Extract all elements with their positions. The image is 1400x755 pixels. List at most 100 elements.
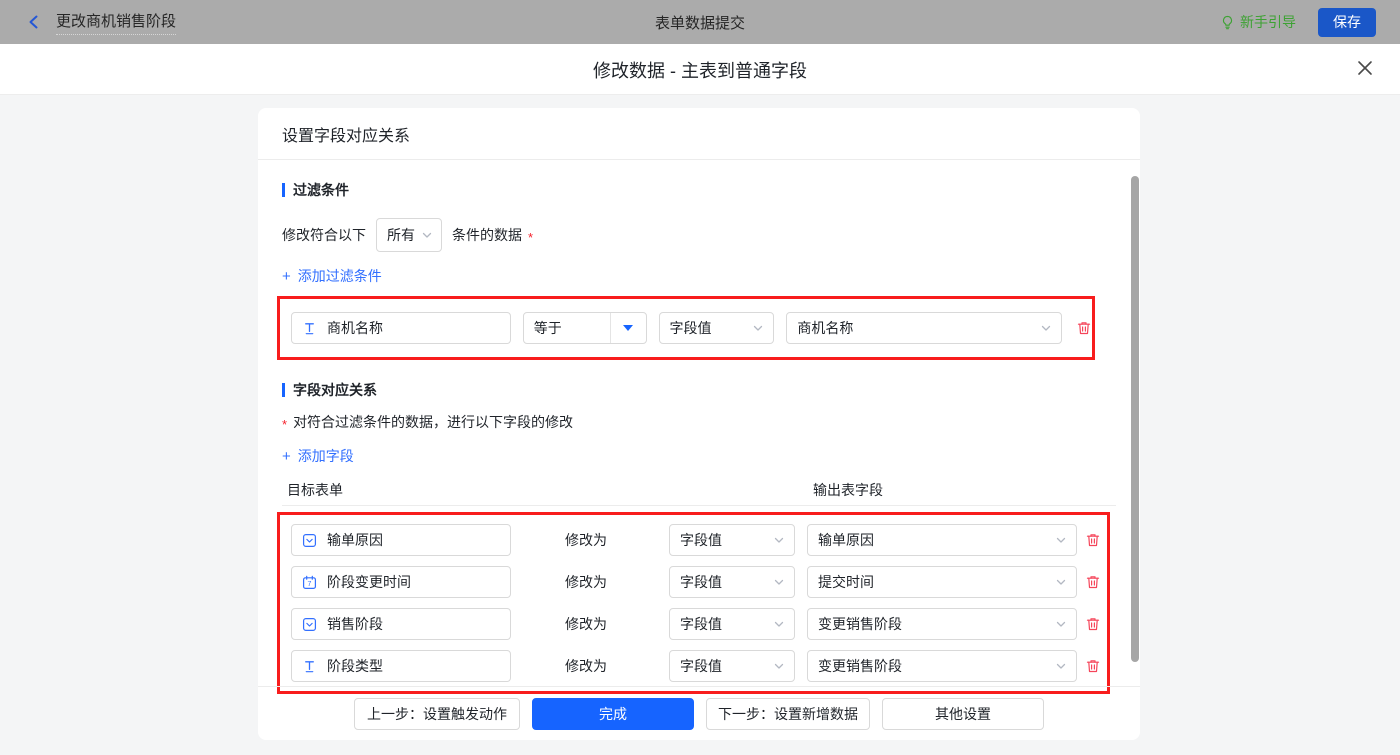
required-asterisk: * — [528, 230, 533, 245]
topbar-center-title: 表单数据提交 — [655, 0, 745, 44]
chevron-down-icon — [1055, 534, 1067, 546]
close-icon[interactable] — [1356, 59, 1374, 77]
mapping-desc-label: 对符合过滤条件的数据，进行以下字段的修改 — [293, 412, 573, 432]
modify-label: 修改为 — [565, 656, 607, 676]
filter-section-title: 过滤条件 — [282, 180, 1116, 200]
modify-label: 修改为 — [565, 530, 607, 550]
add-field-label: 添加字段 — [298, 446, 354, 466]
match-type-select[interactable]: 所有 — [376, 218, 442, 252]
prev-step-button[interactable]: 上一步：设置触发动作 — [354, 698, 520, 730]
chevron-down-icon — [1055, 576, 1067, 588]
lightbulb-icon — [1220, 15, 1235, 30]
filter-field-input[interactable]: 商机名称 — [291, 312, 511, 344]
value-type-value: 字段值 — [680, 572, 722, 592]
beginner-guide-label: 新手引导 — [1240, 12, 1296, 32]
value-type-select[interactable]: 字段值 — [659, 312, 775, 344]
target-field-value: 阶段类型 — [327, 656, 383, 676]
target-field-input[interactable]: 销售阶段 — [291, 608, 511, 640]
output-field-value: 变更销售阶段 — [818, 656, 902, 676]
mapping-row: 阶段类型 修改为 字段值 变更销售阶段 — [291, 650, 1107, 682]
filter-value: 商机名称 — [797, 318, 853, 338]
text-field-icon — [302, 659, 317, 674]
mapping-section-title: 字段对应关系 — [282, 380, 1116, 400]
section-bar-icon — [282, 383, 285, 397]
card-header-title: 设置字段对应关系 — [258, 108, 1140, 160]
modal-header: 修改数据 - 主表到普通字段 — [0, 44, 1400, 95]
value-type-value: 字段值 — [680, 614, 722, 634]
filter-field-value: 商机名称 — [327, 318, 383, 338]
value-type-select[interactable]: 字段值 — [669, 650, 795, 682]
operator-caret-button[interactable] — [610, 313, 646, 343]
save-button[interactable]: 保存 — [1318, 8, 1376, 37]
text-field-icon — [302, 321, 317, 336]
value-type-select[interactable]: 字段值 — [669, 608, 795, 640]
chevron-down-icon — [752, 322, 764, 334]
modal-title: 修改数据 - 主表到普通字段 — [593, 44, 807, 95]
mapping-row: 输单原因 修改为 字段值 输单原因 — [291, 524, 1107, 556]
add-filter-condition-label: 添加过滤条件 — [298, 266, 382, 286]
workflow-name[interactable]: 更改商机销售阶段 — [56, 10, 176, 35]
value-type-value: 字段值 — [680, 530, 722, 550]
filter-section-label: 过滤条件 — [293, 180, 349, 200]
delete-icon[interactable] — [1085, 574, 1101, 590]
mapping-highlight-box: 输单原因 修改为 字段值 输单原因 — [277, 512, 1110, 694]
mapping-section-label: 字段对应关系 — [293, 380, 377, 400]
settings-card: 设置字段对应关系 过滤条件 修改符合以下 所有 条件的数据 * + 添加过滤条件 — [258, 108, 1140, 740]
delete-icon[interactable] — [1085, 532, 1101, 548]
target-form-column-header: 目标表单 — [287, 480, 343, 500]
delete-icon[interactable] — [1085, 616, 1101, 632]
select-field-icon — [302, 617, 317, 632]
svg-text:7: 7 — [308, 580, 312, 587]
chevron-down-icon — [773, 576, 785, 588]
mapping-row: 销售阶段 修改为 字段值 变更销售阶段 — [291, 608, 1107, 640]
modify-label: 修改为 — [565, 572, 607, 592]
target-field-value: 阶段变更时间 — [327, 572, 411, 592]
value-type-select[interactable]: 字段值 — [669, 566, 795, 598]
beginner-guide-link[interactable]: 新手引导 — [1220, 12, 1296, 32]
value-type-value: 字段值 — [670, 318, 712, 338]
target-field-input[interactable]: 输单原因 — [291, 524, 511, 556]
value-type-value: 字段值 — [680, 656, 722, 676]
output-field-select[interactable]: 变更销售阶段 — [807, 650, 1077, 682]
output-field-column-header: 输出表字段 — [813, 480, 883, 500]
modify-label: 修改为 — [565, 614, 607, 634]
other-settings-button[interactable]: 其他设置 — [882, 698, 1044, 730]
target-field-value: 销售阶段 — [327, 614, 383, 634]
scrollbar-thumb[interactable] — [1131, 176, 1139, 662]
mapping-column-headers: 目标表单 输出表字段 — [282, 480, 1116, 506]
back-icon[interactable] — [26, 14, 42, 30]
chevron-down-icon — [421, 229, 433, 241]
target-field-input[interactable]: 7 阶段变更时间 — [291, 566, 511, 598]
match-condition-row: 修改符合以下 所有 条件的数据 * — [282, 218, 1116, 252]
output-field-value: 输单原因 — [818, 530, 874, 550]
mapping-row: 7 阶段变更时间 修改为 字段值 提交时间 — [291, 566, 1107, 598]
delete-icon[interactable] — [1076, 320, 1092, 336]
output-field-select[interactable]: 变更销售阶段 — [807, 608, 1077, 640]
delete-icon[interactable] — [1085, 658, 1101, 674]
operator-select[interactable]: 等于 — [523, 312, 647, 344]
output-field-select[interactable]: 提交时间 — [807, 566, 1077, 598]
filter-value-select[interactable]: 商机名称 — [786, 312, 1062, 344]
chevron-down-icon — [1055, 618, 1067, 630]
topbar-right: 新手引导 保存 — [1220, 0, 1376, 44]
match-prefix-label: 修改符合以下 — [282, 225, 366, 245]
caret-down-icon — [623, 325, 633, 331]
match-type-value: 所有 — [387, 225, 415, 245]
section-bar-icon — [282, 183, 285, 197]
plus-icon: + — [282, 448, 291, 465]
target-field-input[interactable]: 阶段类型 — [291, 650, 511, 682]
value-type-select[interactable]: 字段值 — [669, 524, 795, 556]
add-filter-condition-link[interactable]: + 添加过滤条件 — [282, 266, 382, 286]
done-button[interactable]: 完成 — [532, 698, 694, 730]
topbar-left: 更改商机销售阶段 — [26, 0, 176, 44]
output-field-value: 变更销售阶段 — [818, 614, 902, 634]
output-field-select[interactable]: 输单原因 — [807, 524, 1077, 556]
add-field-link[interactable]: + 添加字段 — [282, 446, 354, 466]
next-step-button[interactable]: 下一步：设置新增数据 — [706, 698, 870, 730]
chevron-down-icon — [1055, 660, 1067, 672]
operator-value: 等于 — [524, 318, 610, 338]
chevron-down-icon — [773, 534, 785, 546]
required-asterisk: * — [282, 417, 287, 432]
chevron-down-icon — [773, 660, 785, 672]
topbar: 更改商机销售阶段 表单数据提交 新手引导 保存 — [0, 0, 1400, 44]
